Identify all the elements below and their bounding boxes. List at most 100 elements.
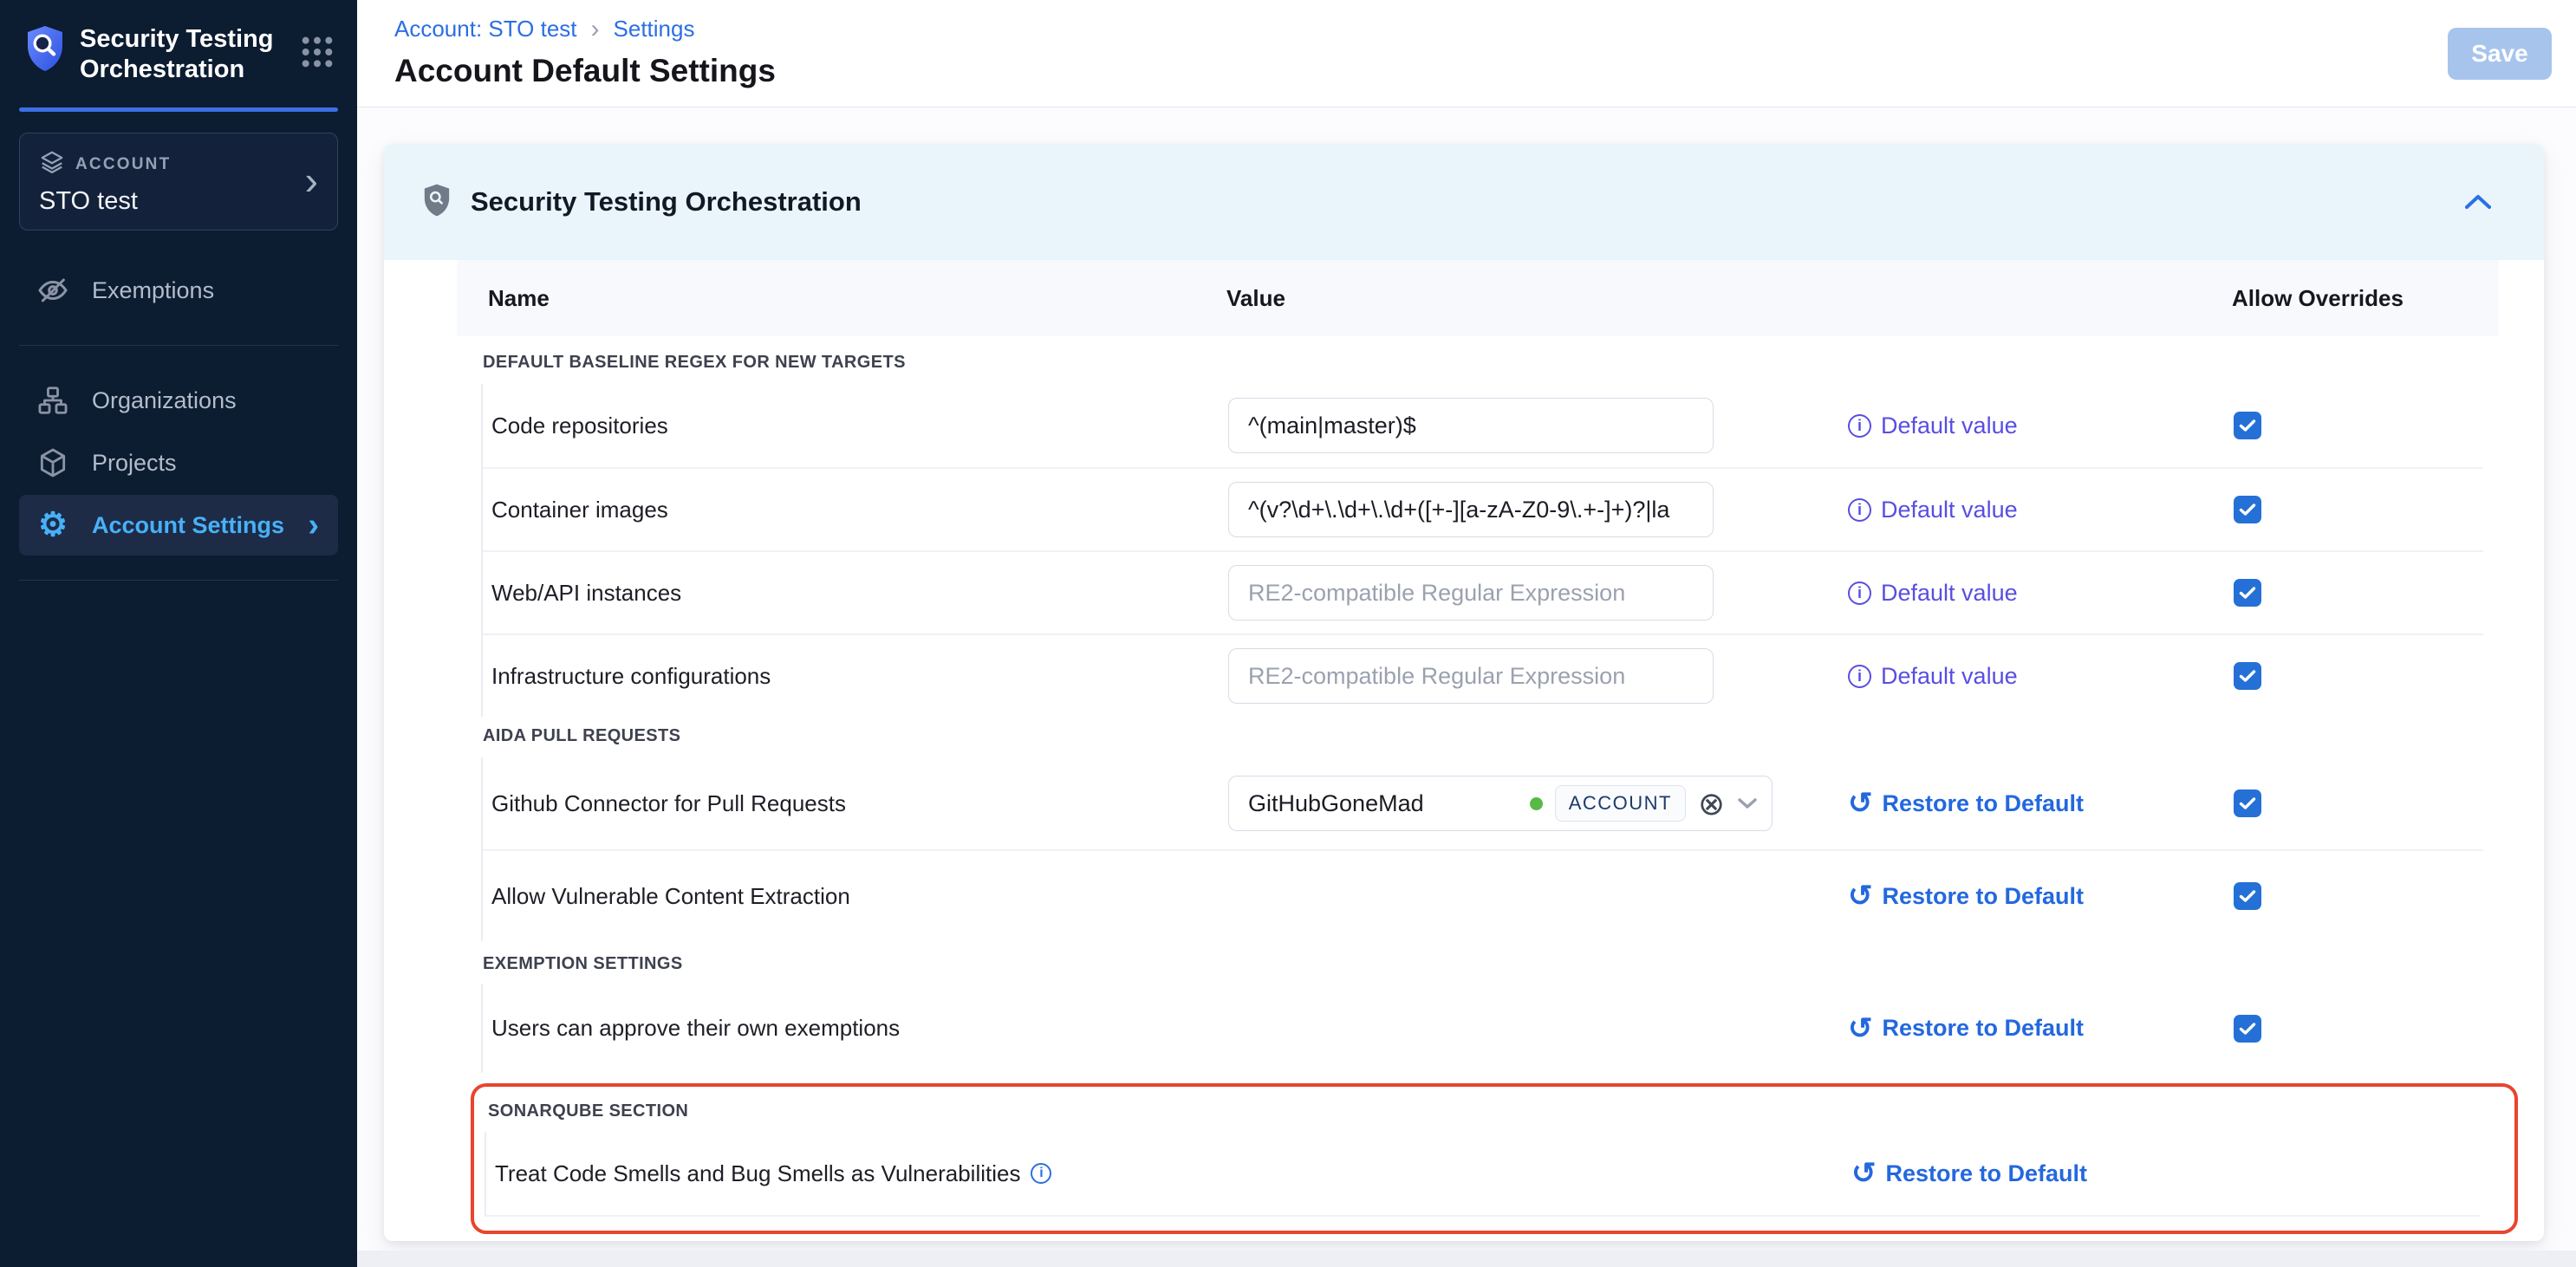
sidebar-nav: Exemptions Organizations Projects — [0, 260, 357, 581]
restore-default-link[interactable]: ↺ Restore to Default — [1848, 883, 2084, 910]
default-value-link[interactable]: i Default value — [1848, 497, 2018, 523]
info-icon: i — [1848, 582, 1871, 605]
gear-icon: ⚙ — [35, 509, 71, 542]
app-shield-logo-icon — [24, 24, 66, 77]
section-label: SONARQUBE SECTION — [488, 1099, 2480, 1123]
sidebar-item-label: Projects — [92, 450, 177, 477]
row-name: Users can approve their own exemptions — [483, 1015, 1228, 1042]
allow-overrides-checkbox[interactable] — [2234, 662, 2261, 690]
table-row: Container images i Default value — [483, 467, 2483, 550]
default-value-link[interactable]: i Default value — [1848, 580, 2018, 607]
table-row: Treat Code Smells and Bug Smells as Vuln… — [486, 1132, 2480, 1215]
org-chart-icon — [35, 384, 71, 417]
regex-input[interactable] — [1228, 398, 1714, 453]
section-group: Code repositories i Default value Contai… — [481, 384, 2483, 717]
allow-overrides-checkbox[interactable] — [2234, 882, 2261, 910]
page-bottom-strip — [357, 1251, 2576, 1267]
shield-icon — [422, 183, 452, 222]
chevron-up-icon[interactable] — [2462, 192, 2494, 216]
table-row: Web/API instances i Default value — [483, 550, 2483, 634]
row-name: Container images — [483, 497, 1228, 523]
module-grid-icon[interactable] — [300, 35, 335, 74]
chevron-down-icon[interactable] — [1737, 797, 1758, 809]
row-name: Infrastructure configurations — [483, 663, 1228, 690]
sidebar-item-label: Organizations — [92, 387, 237, 414]
allow-overrides-checkbox[interactable] — [2234, 579, 2261, 607]
section-label: AIDA PULL REQUESTS — [483, 724, 2483, 748]
default-value-link[interactable]: i Default value — [1848, 413, 2018, 439]
row-name: Web/API instances — [483, 580, 1228, 607]
eye-off-icon — [35, 273, 71, 308]
section-label: DEFAULT BASELINE REGEX FOR NEW TARGETS — [483, 350, 2483, 374]
sonarqube-highlight-box: SONARQUBE SECTION Treat Code Smells and … — [471, 1083, 2518, 1234]
section-label: EXEMPTION SETTINGS — [483, 952, 2483, 976]
section-group: Users can approve their own exemptions ↺… — [481, 984, 2483, 1073]
panel-title: Security Testing Orchestration — [471, 186, 862, 218]
sidebar-item-label: Account Settings — [92, 512, 284, 539]
table-row: Users can approve their own exemptions ↺… — [483, 984, 2483, 1073]
sto-section-header[interactable]: Security Testing Orchestration — [384, 144, 2544, 260]
restore-default-link[interactable]: ↺ Restore to Default — [1851, 1160, 2087, 1187]
account-scope-selector[interactable]: ACCOUNT STO test › — [19, 133, 338, 231]
sidebar-divider — [19, 580, 338, 581]
breadcrumb: Account: STO test › Settings — [394, 0, 2576, 42]
regex-input[interactable] — [1228, 482, 1714, 537]
regex-input[interactable] — [1228, 648, 1714, 704]
restore-icon: ↺ — [1848, 1017, 1873, 1041]
content-area: Security Testing Orchestration Name Valu… — [357, 107, 2576, 1267]
chevron-right-icon: › — [308, 509, 319, 542]
sidebar-item-label: Exemptions — [92, 277, 214, 304]
column-header-value: Value — [1226, 285, 1846, 312]
scope-badge: ACCOUNT — [1555, 785, 1686, 822]
column-header-name: Name — [481, 285, 1226, 312]
sidebar-header: Security Testing Orchestration — [0, 0, 357, 102]
sidebar-item-organizations[interactable]: Organizations — [19, 370, 338, 431]
save-button[interactable]: Save — [2448, 28, 2552, 80]
row-name: Allow Vulnerable Content Extraction — [483, 883, 1228, 910]
settings-table: Name Value Allow Overrides DEFAULT BASEL… — [384, 260, 2544, 1234]
sidebar-item-exemptions[interactable]: Exemptions — [19, 260, 338, 321]
restore-default-link[interactable]: ↺ Restore to Default — [1848, 790, 2084, 817]
info-icon: i — [1848, 414, 1871, 438]
table-header: Name Value Allow Overrides — [457, 260, 2499, 336]
account-scope-label: ACCOUNT — [75, 155, 171, 174]
row-name: Code repositories — [483, 413, 1228, 439]
table-row: Allow Vulnerable Content Extraction ↺ Re… — [483, 849, 2483, 941]
allow-overrides-checkbox[interactable] — [2234, 496, 2261, 523]
connector-status-dot — [1530, 797, 1543, 810]
info-icon: i — [1848, 665, 1871, 688]
allow-overrides-checkbox[interactable] — [2234, 412, 2261, 439]
column-header-allow-overrides: Allow Overrides — [2232, 285, 2483, 312]
breadcrumb-account-link[interactable]: Account: STO test — [394, 16, 577, 42]
allow-overrides-checkbox[interactable] — [2234, 1015, 2261, 1043]
connector-select[interactable]: GitHubGoneMad ACCOUNT ⊗ — [1228, 776, 1773, 831]
default-value-link[interactable]: i Default value — [1848, 663, 2018, 690]
info-icon: i — [1848, 498, 1871, 522]
divider — [485, 1215, 2480, 1217]
chevron-right-icon: › — [591, 16, 600, 42]
app-title: Security Testing Orchestration — [80, 24, 276, 85]
section-group: Github Connector for Pull Requests GitHu… — [481, 757, 2483, 941]
page-header: Account: STO test › Settings Account Def… — [357, 0, 2576, 107]
sidebar-divider — [19, 345, 338, 346]
regex-input[interactable] — [1228, 565, 1714, 621]
main-area: Account: STO test › Settings Account Def… — [357, 0, 2576, 1267]
section-group: Treat Code Smells and Bug Smells as Vuln… — [485, 1132, 2480, 1215]
restore-icon: ↺ — [1851, 1161, 1877, 1186]
row-name: Github Connector for Pull Requests — [483, 790, 1228, 817]
chevron-right-icon: › — [305, 160, 318, 200]
sidebar-item-account-settings[interactable]: ⚙ Account Settings › — [19, 495, 338, 556]
account-name: STO test — [39, 187, 318, 216]
allow-overrides-checkbox[interactable] — [2234, 789, 2261, 817]
clear-selection-icon[interactable]: ⊗ — [1698, 788, 1725, 820]
restore-default-link[interactable]: ↺ Restore to Default — [1848, 1015, 2084, 1042]
table-row: Github Connector for Pull Requests GitHu… — [483, 757, 2483, 849]
module-accent-underline — [19, 107, 338, 112]
table-row: Code repositories i Default value — [483, 384, 2483, 467]
row-name: Treat Code Smells and Bug Smells as Vuln… — [486, 1160, 1232, 1187]
sidebar: Security Testing Orchestration ACCOUNT S… — [0, 0, 357, 1267]
info-icon[interactable]: i — [1031, 1163, 1051, 1184]
sidebar-item-projects[interactable]: Projects — [19, 432, 338, 493]
page-title: Account Default Settings — [394, 53, 2576, 89]
breadcrumb-settings-link[interactable]: Settings — [614, 16, 695, 42]
